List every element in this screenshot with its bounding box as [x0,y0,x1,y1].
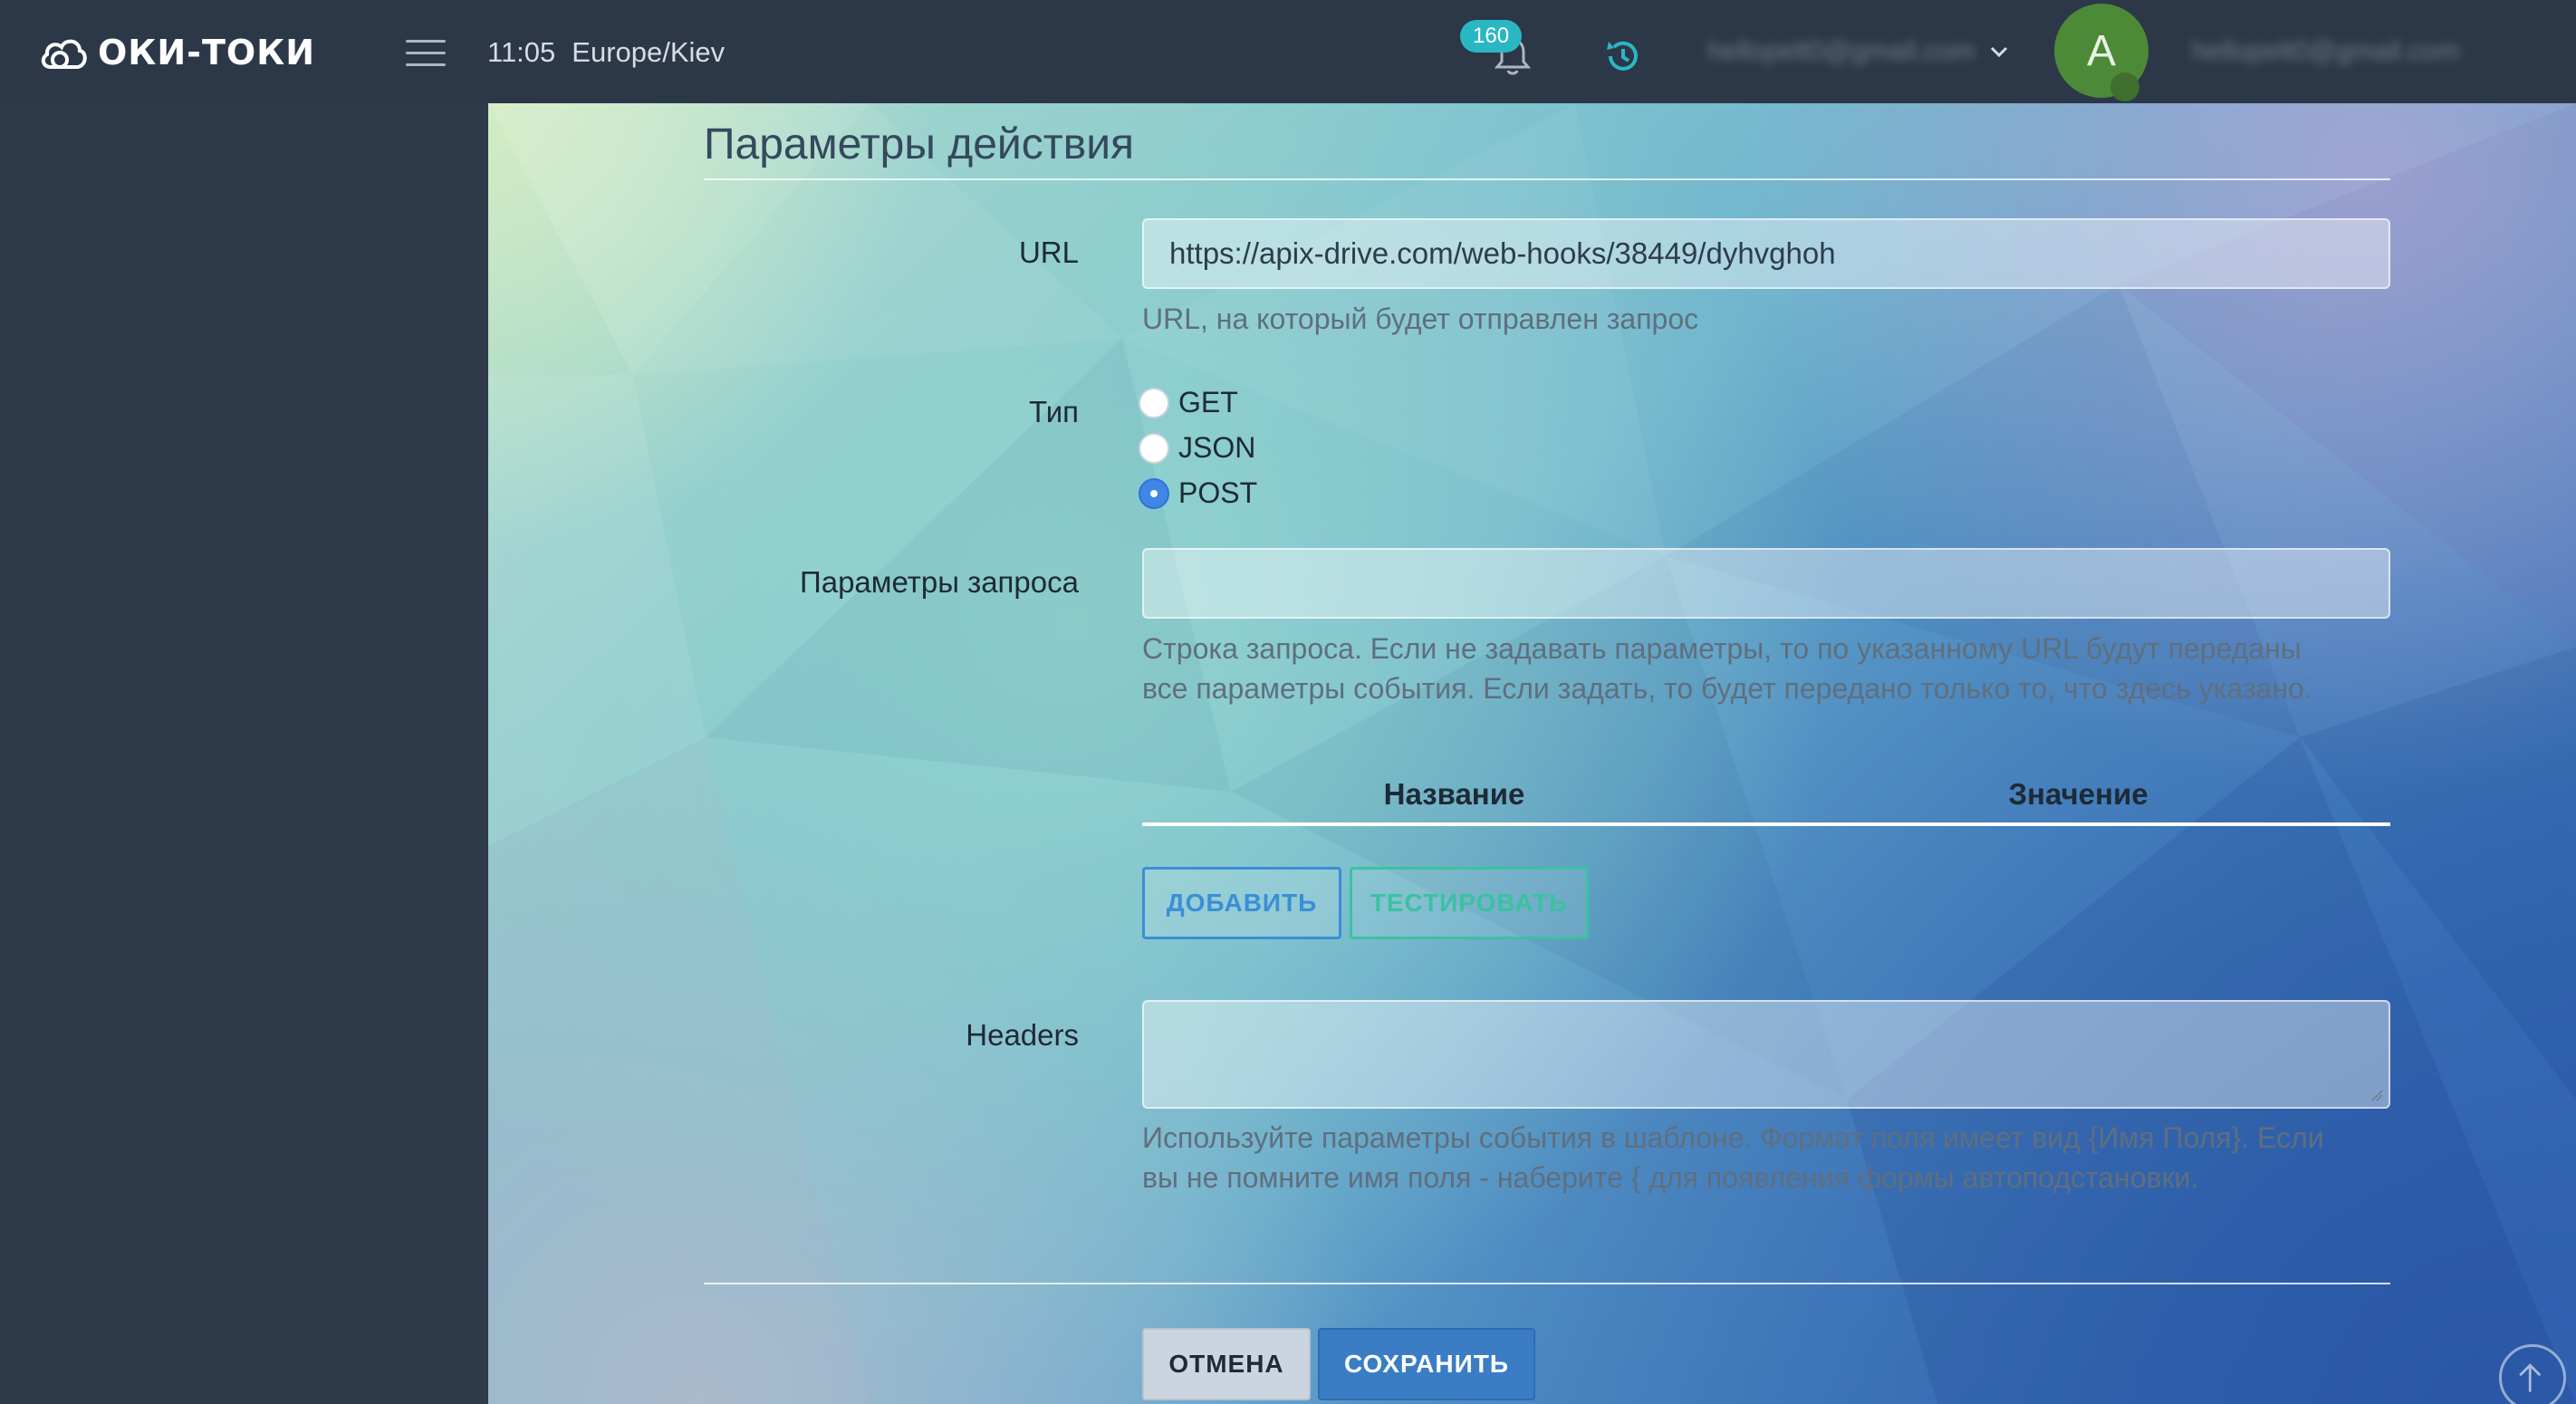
radio-json-label: JSON [1178,431,1256,464]
user-email: hellopelt0@gmail.com [1707,36,1975,66]
radio-json[interactable]: JSON [1139,431,1255,465]
account-email: hellopelt0@gmail.com [2192,36,2460,66]
history-icon[interactable] [1603,36,1643,76]
column-value-header: Значение [2008,777,2148,811]
params-table-header: Название Значение [1142,765,2390,826]
radio-post-circle[interactable] [1139,477,1169,509]
add-button[interactable]: ДОБАВИТЬ [1142,867,1341,939]
section-title: Параметры действия [704,120,2390,180]
cloud-logo-icon [41,39,87,69]
radio-get-circle[interactable] [1139,387,1169,418]
cancel-button[interactable]: ОТМЕНА [1142,1328,1311,1400]
url-hint: URL, на который будет отправлен запрос [1142,303,1699,335]
top-bar: ОКИ-ТОКИ 11:05 Europe/Kiev 160 hellopelt0… [0,0,2576,103]
url-label: URL [1018,236,1079,269]
query-params-label: Параметры запроса [800,565,1079,599]
radio-get-label: GET [1178,386,1238,418]
current-time: 11:05 [487,36,556,68]
sidebar [0,103,488,1404]
timezone: Europe/Kiev [572,36,726,68]
clock: 11:05 Europe/Kiev [487,36,725,69]
headers-hint: Используйте параметры события в шаблоне.… [1142,1118,2410,1197]
column-name-header: Название [1383,777,1525,811]
query-params-hint: Строка запроса. Если не задавать парамет… [1142,629,2410,708]
radio-get[interactable]: GET [1139,386,1238,419]
user-menu[interactable]: hellopelt0@gmail.com [1707,36,2008,67]
radio-json-circle[interactable] [1139,432,1169,464]
test-button[interactable]: ТЕСТИРОВАТЬ [1350,867,1589,939]
url-value: https://apix-drive.com/web-hooks/38449/d… [1169,236,1836,270]
url-input[interactable]: https://apix-drive.com/web-hooks/38449/d… [1142,218,2390,289]
radio-post-label: POST [1178,476,1258,509]
query-params-hint-line2: все параметры события. Если задать, то б… [1142,672,2312,705]
resize-handle-icon[interactable] [2370,1089,2383,1101]
account-label[interactable]: hellopelt0@gmail.com [2192,36,2460,67]
brand-name: ОКИ-ТОКИ [98,33,316,72]
save-button[interactable]: СОХРАНИТЬ [1318,1328,1535,1400]
menu-toggle-icon[interactable] [406,40,446,69]
arrow-up-icon [2519,1363,2542,1392]
notifications-button[interactable]: 160 [1460,20,1542,83]
headers-hint-line1: Используйте параметры события в шаблоне.… [1142,1121,2324,1154]
main-content: Параметры действия URL https://apix-driv… [488,103,2576,1404]
headers-label: Headers [966,1018,1079,1052]
type-label: Тип [1028,395,1079,428]
query-params-input[interactable] [1142,548,2390,619]
avatar-status-dot [2110,72,2139,101]
chevron-down-icon [1990,46,2007,58]
headers-hint-line2: вы не помните имя поля - наберите { для … [1142,1161,2199,1194]
headers-textarea[interactable] [1142,1000,2390,1109]
radio-post[interactable]: POST [1139,476,1257,510]
form-divider [704,1283,2390,1284]
query-params-hint-line1: Строка запроса. Если не задавать парамет… [1142,632,2302,665]
notifications-badge: 160 [1460,20,1523,53]
scroll-to-top-button[interactable] [2499,1344,2566,1404]
logo[interactable]: ОКИ-ТОКИ [38,33,315,72]
